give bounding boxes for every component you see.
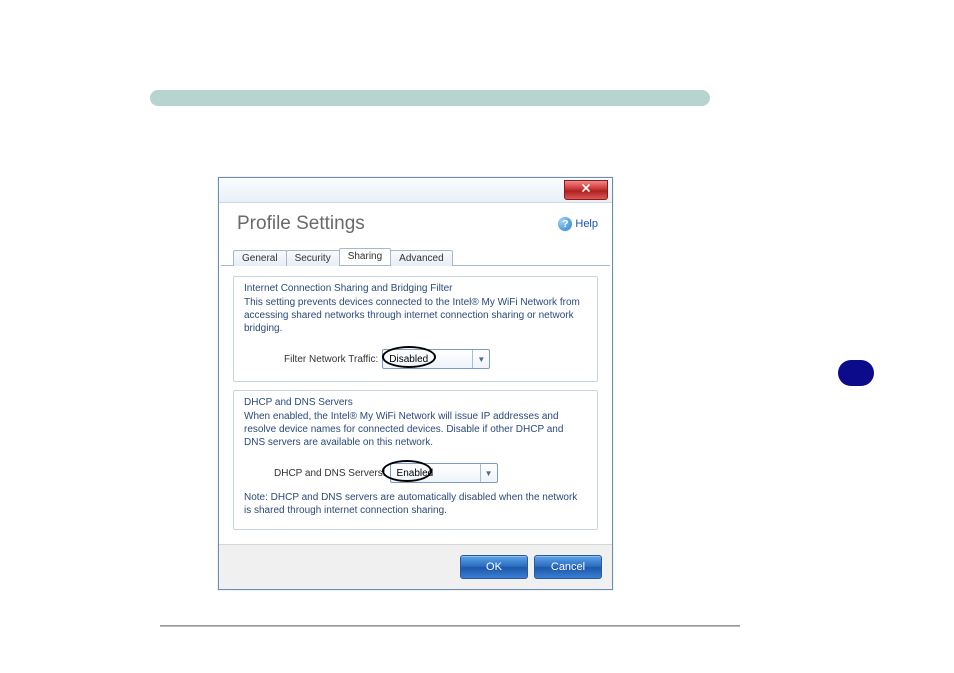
group-dhcp-title: DHCP and DNS Servers bbox=[244, 397, 587, 408]
help-label: Help bbox=[575, 218, 598, 230]
dialog-buttons: OK Cancel bbox=[219, 544, 612, 589]
filter-traffic-select[interactable]: Disabled ▼ bbox=[382, 349, 490, 369]
titlebar bbox=[219, 178, 612, 203]
tab-security[interactable]: Security bbox=[286, 250, 340, 266]
filter-traffic-label: Filter Network Traffic: bbox=[284, 354, 378, 365]
dhcp-dns-row: DHCP and DNS Servers: Enabled ▼ bbox=[244, 463, 587, 483]
tab-advanced[interactable]: Advanced bbox=[390, 250, 452, 266]
dialog-title: Profile Settings bbox=[237, 213, 365, 235]
help-link[interactable]: ? Help bbox=[558, 217, 598, 231]
ok-button[interactable]: OK bbox=[460, 555, 528, 579]
group-ics-filter: Internet Connection Sharing and Bridging… bbox=[233, 276, 598, 382]
group-ics-title: Internet Connection Sharing and Bridging… bbox=[244, 283, 587, 294]
group-ics-desc: This setting prevents devices connected … bbox=[244, 296, 587, 335]
decorative-pill bbox=[838, 360, 874, 386]
decorative-bar bbox=[150, 90, 710, 106]
dialog-header: Profile Settings ? Help bbox=[219, 203, 612, 241]
dhcp-dns-value: Enabled bbox=[397, 468, 434, 479]
tab-sharing[interactable]: Sharing bbox=[339, 248, 391, 265]
tab-general[interactable]: General bbox=[233, 250, 287, 266]
close-button[interactable] bbox=[564, 180, 608, 200]
dhcp-dns-select[interactable]: Enabled ▼ bbox=[390, 463, 498, 483]
group-dhcp-dns: DHCP and DNS Servers When enabled, the I… bbox=[233, 390, 598, 530]
chevron-down-icon: ▼ bbox=[480, 464, 497, 482]
group-dhcp-desc: When enabled, the Intel® My WiFi Network… bbox=[244, 410, 587, 449]
close-icon bbox=[581, 183, 591, 193]
decorative-rule bbox=[160, 625, 740, 627]
tabs: General Security Sharing Advanced bbox=[233, 245, 612, 265]
help-icon: ? bbox=[558, 217, 572, 231]
dhcp-dns-label: DHCP and DNS Servers: bbox=[274, 468, 386, 479]
profile-settings-dialog: Profile Settings ? Help General Security… bbox=[218, 177, 613, 590]
filter-traffic-row: Filter Network Traffic: Disabled ▼ bbox=[244, 349, 587, 369]
dhcp-dns-note: Note: DHCP and DNS servers are automatic… bbox=[244, 491, 587, 517]
chevron-down-icon: ▼ bbox=[472, 350, 489, 368]
cancel-button[interactable]: Cancel bbox=[534, 555, 602, 579]
tab-body-sharing: Internet Connection Sharing and Bridging… bbox=[221, 265, 610, 544]
filter-traffic-value: Disabled bbox=[389, 354, 428, 365]
